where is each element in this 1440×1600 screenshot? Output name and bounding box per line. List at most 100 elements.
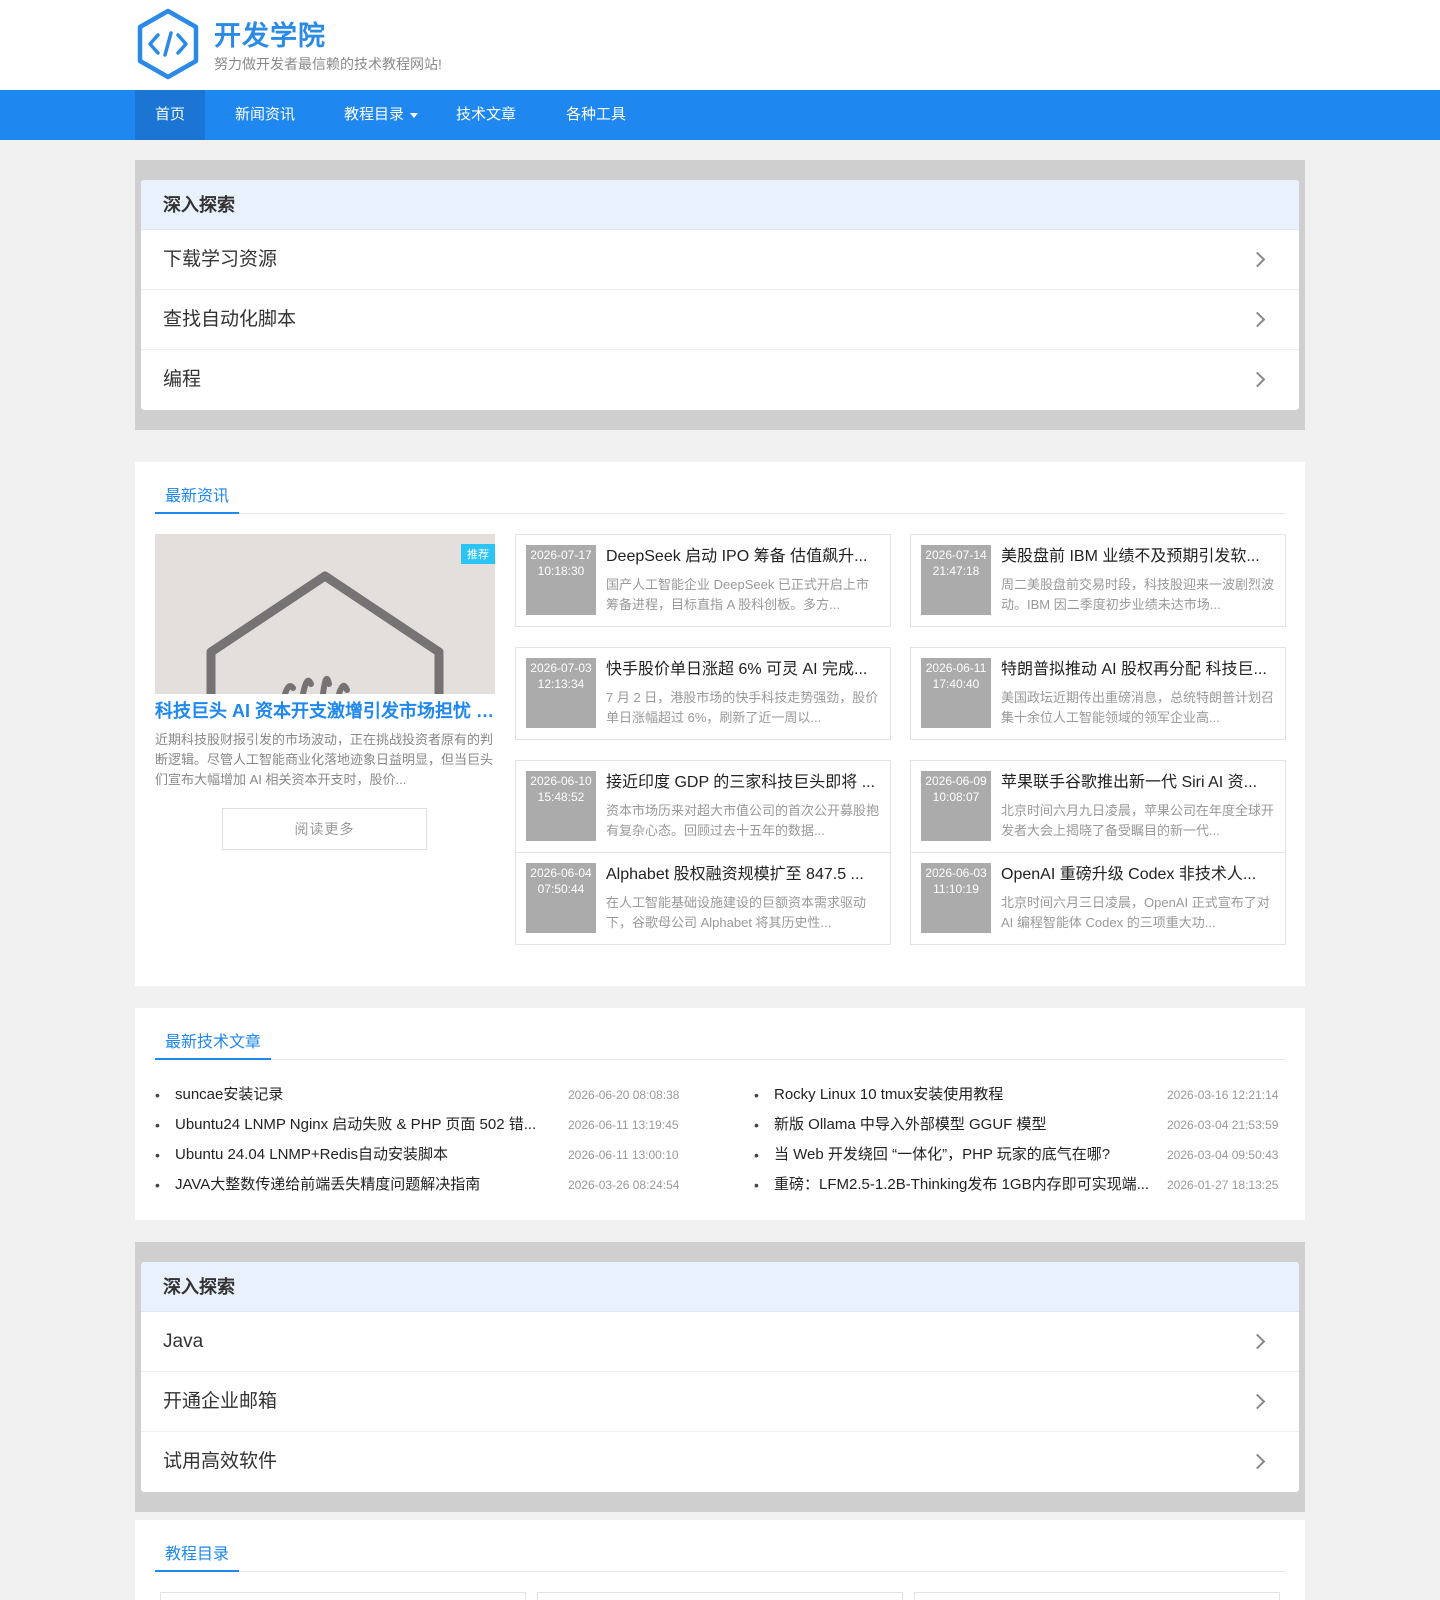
news-date: 2026-07-17 — [530, 548, 592, 562]
news-time: 07:50:44 — [537, 882, 585, 896]
bullet-icon: • — [155, 1147, 160, 1163]
news-card[interactable]: 2026-06-09 10:08:07 苹果联手谷歌推出新一代 Siri AI 资.… — [910, 760, 1286, 853]
featured-news-image[interactable]: 推荐 — [155, 534, 495, 694]
explore-heading: 深入探索 — [141, 180, 1299, 230]
news-desc: 国产人工智能企业 DeepSeek 已正式开启上市筹备进程，目标直指 A 股科创… — [606, 577, 869, 612]
bullet-icon: • — [155, 1087, 160, 1103]
news-desc: 7 月 2 日，港股市场的快手科技走势强劲，股价单日涨幅超过 6%，刷新了近一周… — [606, 690, 879, 725]
news-time: 21:47:18 — [932, 564, 980, 578]
article-title[interactable]: JAVA大整数传递给前端丢失精度问题解决指南 — [175, 1170, 557, 1200]
news-time: 10:18:30 — [537, 564, 585, 578]
chevron-right-icon — [1249, 1453, 1266, 1470]
latest-news-title[interactable]: 最新资讯 — [155, 482, 240, 514]
news-date: 2026-06-10 — [530, 774, 592, 788]
read-more-button[interactable]: 阅读更多 — [222, 808, 427, 850]
article-date: 2026-06-20 08:08:38 — [568, 1088, 680, 1102]
news-title[interactable]: OpenAI 重磅升级 Codex 非技术人... — [1001, 863, 1275, 887]
nav-item-news[interactable]: 新闻资讯 — [225, 90, 305, 140]
explore-item-label: 试用高效软件 — [163, 1451, 278, 1472]
article-title[interactable]: 新版 Ollama 中导入外部模型 GGUF 模型 — [774, 1110, 1156, 1140]
article-title[interactable]: 当 Web 开发绕回 “一体化”，PHP 玩家的底气在哪? — [774, 1140, 1156, 1170]
article-date: 2026-03-26 08:24:54 — [568, 1178, 680, 1192]
chevron-right-icon — [1249, 251, 1266, 268]
news-title[interactable]: DeepSeek 启动 IPO 筹备 估值飙升... — [606, 545, 880, 569]
news-title[interactable]: 苹果联手谷歌推出新一代 Siri AI 资... — [1001, 771, 1275, 795]
news-card[interactable]: 2026-06-04 07:50:44 Alphabet 股权融资规模扩至 847.… — [515, 852, 891, 945]
article-row: • suncae安装记录 2026-06-20 08:08:38 — [155, 1080, 695, 1110]
news-title[interactable]: 特朗普拟推动 AI 股权再分配 科技巨... — [1001, 658, 1275, 682]
nav-item-articles[interactable]: 技术文章 — [446, 90, 526, 140]
nav-item-tools[interactable]: 各种工具 — [556, 90, 636, 140]
tutorial-card[interactable] — [160, 1592, 526, 1600]
news-thumbnail[interactable]: 2026-07-17 10:18:30 — [526, 545, 596, 615]
article-date: 2026-01-27 18:13:25 — [1167, 1178, 1279, 1192]
news-desc: 美国政坛近期传出重磅消息，总统特朗普计划召集十余位人工智能领域的领军企业高... — [1001, 690, 1275, 725]
news-date: 2026-07-14 — [925, 548, 987, 562]
explore-item-label: 开通企业邮箱 — [163, 1391, 278, 1412]
latest-news-panel: 最新资讯 推荐 科技巨头 AI 资本开支激增引发市场担忧 盈利... 近期科技股… — [135, 462, 1305, 986]
site-name[interactable]: 开发学院 — [214, 14, 326, 53]
latest-articles-panel: 最新技术文章 • suncae安装记录 2026-06-20 08:08:38 • Ub… — [135, 1008, 1305, 1220]
news-title[interactable]: 接近印度 GDP 的三家科技巨头即将 ... — [606, 771, 880, 795]
article-row: • Ubuntu24 LNMP Nginx 启动失败 & PHP 页面 502 错… — [155, 1110, 695, 1140]
news-date: 2026-06-04 — [530, 866, 592, 880]
nav-item-tutorials[interactable]: 教程目录 — [336, 90, 426, 140]
tutorial-card[interactable] — [537, 1592, 903, 1600]
news-thumbnail[interactable]: 2026-06-11 17:40:40 — [921, 658, 991, 728]
news-card[interactable]: 2026-07-14 21:47:18 美股盘前 IBM 业绩不及预期引发软... 周… — [910, 534, 1286, 627]
article-title[interactable]: Rocky Linux 10 tmux安装使用教程 — [774, 1080, 1156, 1110]
bullet-icon: • — [754, 1117, 759, 1133]
news-title[interactable]: Alphabet 股权融资规模扩至 847.5 ... — [606, 863, 880, 887]
chevron-right-icon — [1249, 1393, 1266, 1410]
explore-item-java[interactable]: Java — [141, 1312, 1299, 1372]
article-title[interactable]: Ubuntu 24.04 LNMP+Redis自动安装脚本 — [175, 1140, 557, 1170]
article-title[interactable]: suncae安装记录 — [175, 1080, 557, 1110]
explore-item-try-software[interactable]: 试用高效软件 — [141, 1432, 1299, 1492]
featured-news-title[interactable]: 科技巨头 AI 资本开支激增引发市场担忧 盈利... — [155, 698, 495, 724]
code-hexagon-logo-icon[interactable] — [136, 8, 200, 80]
news-time: 11:10:19 — [933, 882, 979, 896]
explore-item-label: 编程 — [163, 369, 202, 390]
recommended-badge: 推荐 — [461, 544, 495, 564]
tutorials-title[interactable]: 教程目录 — [155, 1540, 240, 1572]
bullet-icon: • — [754, 1177, 759, 1193]
news-time: 10:08:07 — [932, 790, 980, 804]
news-card[interactable]: 2026-06-10 15:48:52 接近印度 GDP 的三家科技巨头即将 ...… — [515, 760, 891, 853]
tutorials-panel: 教程目录 — [135, 1520, 1305, 1600]
main-nav: 首页 新闻资讯 教程目录 技术文章 各种工具 — [0, 90, 1440, 140]
news-card[interactable]: 2026-06-03 11:10:19 OpenAI 重磅升级 Codex 非技术人… — [910, 852, 1286, 945]
news-time: 15:48:52 — [537, 790, 585, 804]
news-title[interactable]: 美股盘前 IBM 业绩不及预期引发软... — [1001, 545, 1275, 569]
news-thumbnail[interactable]: 2026-06-04 07:50:44 — [526, 863, 596, 933]
article-title[interactable]: 重磅：LFM2.5-1.2B-Thinking发布 1GB内存即可实现端... — [774, 1170, 1156, 1200]
news-card[interactable]: 2026-06-11 17:40:40 特朗普拟推动 AI 股权再分配 科技巨...… — [910, 647, 1286, 740]
news-thumbnail[interactable]: 2026-07-03 12:13:34 — [526, 658, 596, 728]
placeholder-image-icon — [206, 571, 444, 694]
news-date: 2026-06-09 — [925, 774, 987, 788]
article-date: 2026-06-11 13:00:10 — [568, 1148, 679, 1162]
tutorial-card[interactable] — [914, 1592, 1280, 1600]
explore-item-find-scripts[interactable]: 查找自动化脚本 — [141, 290, 1299, 350]
news-card[interactable]: 2026-07-03 12:13:34 快手股价单日涨超 6% 可灵 AI 完成..… — [515, 647, 891, 740]
news-card[interactable]: 2026-07-17 10:18:30 DeepSeek 启动 IPO 筹备 估值飙… — [515, 534, 891, 627]
explore-section-1: 深入探索 下载学习资源 查找自动化脚本 编程 — [135, 160, 1305, 430]
panel-title-bar: 教程目录 — [155, 1520, 1285, 1572]
news-time: 17:40:40 — [932, 677, 980, 691]
news-thumbnail[interactable]: 2026-06-03 11:10:19 — [921, 863, 991, 933]
explore-box: 深入探索 下载学习资源 查找自动化脚本 编程 — [141, 180, 1299, 410]
latest-articles-title[interactable]: 最新技术文章 — [155, 1028, 272, 1060]
article-row: • JAVA大整数传递给前端丢失精度问题解决指南 2026-03-26 08:24:… — [155, 1170, 695, 1200]
news-thumbnail[interactable]: 2026-06-09 10:08:07 — [921, 771, 991, 841]
article-date: 2026-03-04 09:50:43 — [1167, 1148, 1279, 1162]
explore-item-download-resources[interactable]: 下载学习资源 — [141, 230, 1299, 290]
explore-box: 深入探索 Java 开通企业邮箱 试用高效软件 — [141, 1262, 1299, 1492]
news-desc: 资本市场历来对超大市值公司的首次公开募股抱有复杂心态。回顾过去十五年的数据... — [606, 803, 880, 838]
nav-item-home[interactable]: 首页 — [135, 90, 205, 140]
news-title[interactable]: 快手股价单日涨超 6% 可灵 AI 完成... — [606, 658, 880, 682]
news-thumbnail[interactable]: 2026-07-14 21:47:18 — [921, 545, 991, 615]
explore-item-enterprise-mail[interactable]: 开通企业邮箱 — [141, 1372, 1299, 1432]
article-title[interactable]: Ubuntu24 LNMP Nginx 启动失败 & PHP 页面 502 错.… — [175, 1110, 557, 1140]
explore-item-programming[interactable]: 编程 — [141, 350, 1299, 410]
news-date: 2026-07-03 — [530, 661, 592, 675]
news-thumbnail[interactable]: 2026-06-10 15:48:52 — [526, 771, 596, 841]
